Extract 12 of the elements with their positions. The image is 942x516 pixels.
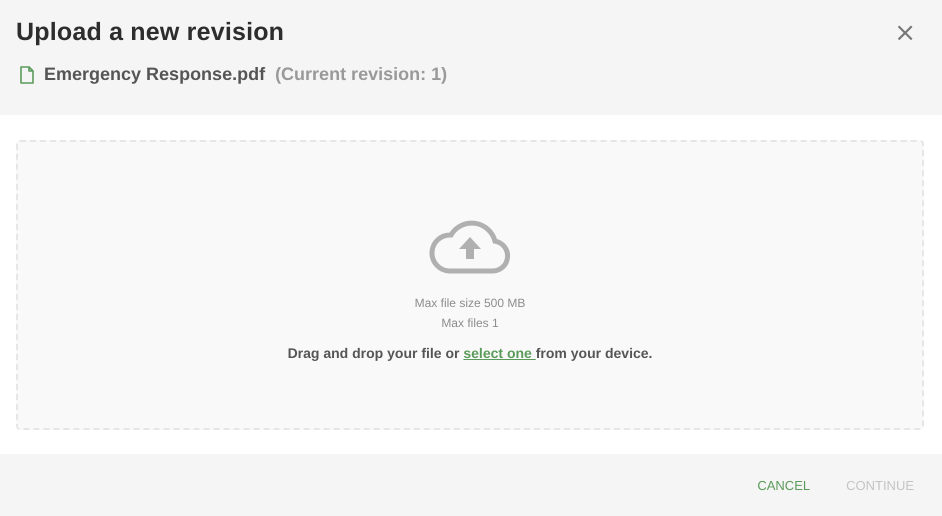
file-name: Emergency Response.pdf [44,64,266,85]
cloud-upload-icon [429,219,511,275]
dialog-title: Upload a new revision [16,18,284,47]
drop-zone[interactable]: Max file size 500 MB Max files 1 Drag and drop your file or select one from your device. [16,140,924,430]
limit-text: Max files 1 [441,315,499,332]
select-link[interactable]: select one [463,345,536,361]
limit-text: Max file size 500 MB [414,295,526,312]
document-icon [20,66,34,84]
revision-label: (Current revision: 1) [275,64,448,85]
instruction-text: Drag and drop your file or select one from your device. [288,345,652,361]
dialog-button[interactable]: CANCEL [747,470,820,500]
close-button[interactable]: × [884,20,926,46]
